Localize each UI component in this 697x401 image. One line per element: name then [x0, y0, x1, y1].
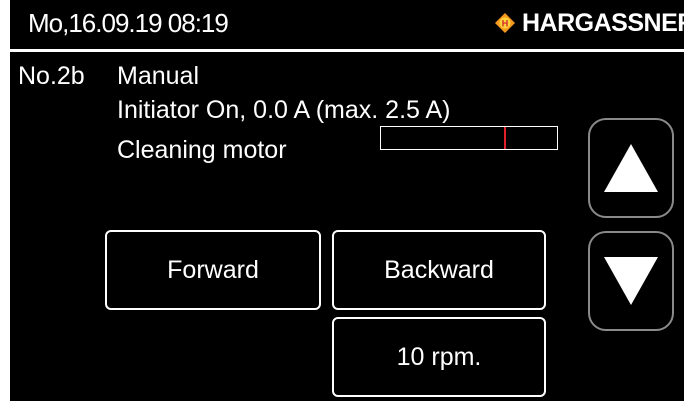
- arrow-down-icon: [604, 257, 658, 305]
- brand-logo: H HARGASSNER: [494, 8, 684, 38]
- forward-button[interactable]: Forward: [105, 230, 321, 310]
- date-time: Mo,16.09.19 08:19: [28, 8, 229, 38]
- speed-button[interactable]: 10 rpm.: [332, 317, 546, 397]
- scroll-up-button[interactable]: [588, 118, 674, 218]
- initiator-status: Initiator On, 0.0 A (max. 2.5 A): [117, 96, 451, 124]
- motor-current-meter: [380, 126, 558, 150]
- status-bar: Mo,16.09.19 08:19 H HARGASSNER: [10, 0, 684, 52]
- brand-name: HARGASSNER: [522, 8, 684, 37]
- motor-label: Cleaning motor: [117, 136, 287, 164]
- header-divider: [10, 49, 684, 52]
- component-number: No.2b: [18, 62, 85, 90]
- backward-button[interactable]: Backward: [332, 230, 546, 310]
- scroll-down-button[interactable]: [588, 231, 674, 331]
- mode-label: Manual: [117, 62, 199, 90]
- svg-text:H: H: [502, 19, 509, 29]
- hargassner-diamond-logo-icon: H: [495, 13, 515, 33]
- controller-screen: Mo,16.09.19 08:19 H HARGASSNER No.2b Man…: [10, 0, 684, 401]
- meter-marker: [504, 127, 507, 149]
- arrow-up-icon: [604, 144, 658, 192]
